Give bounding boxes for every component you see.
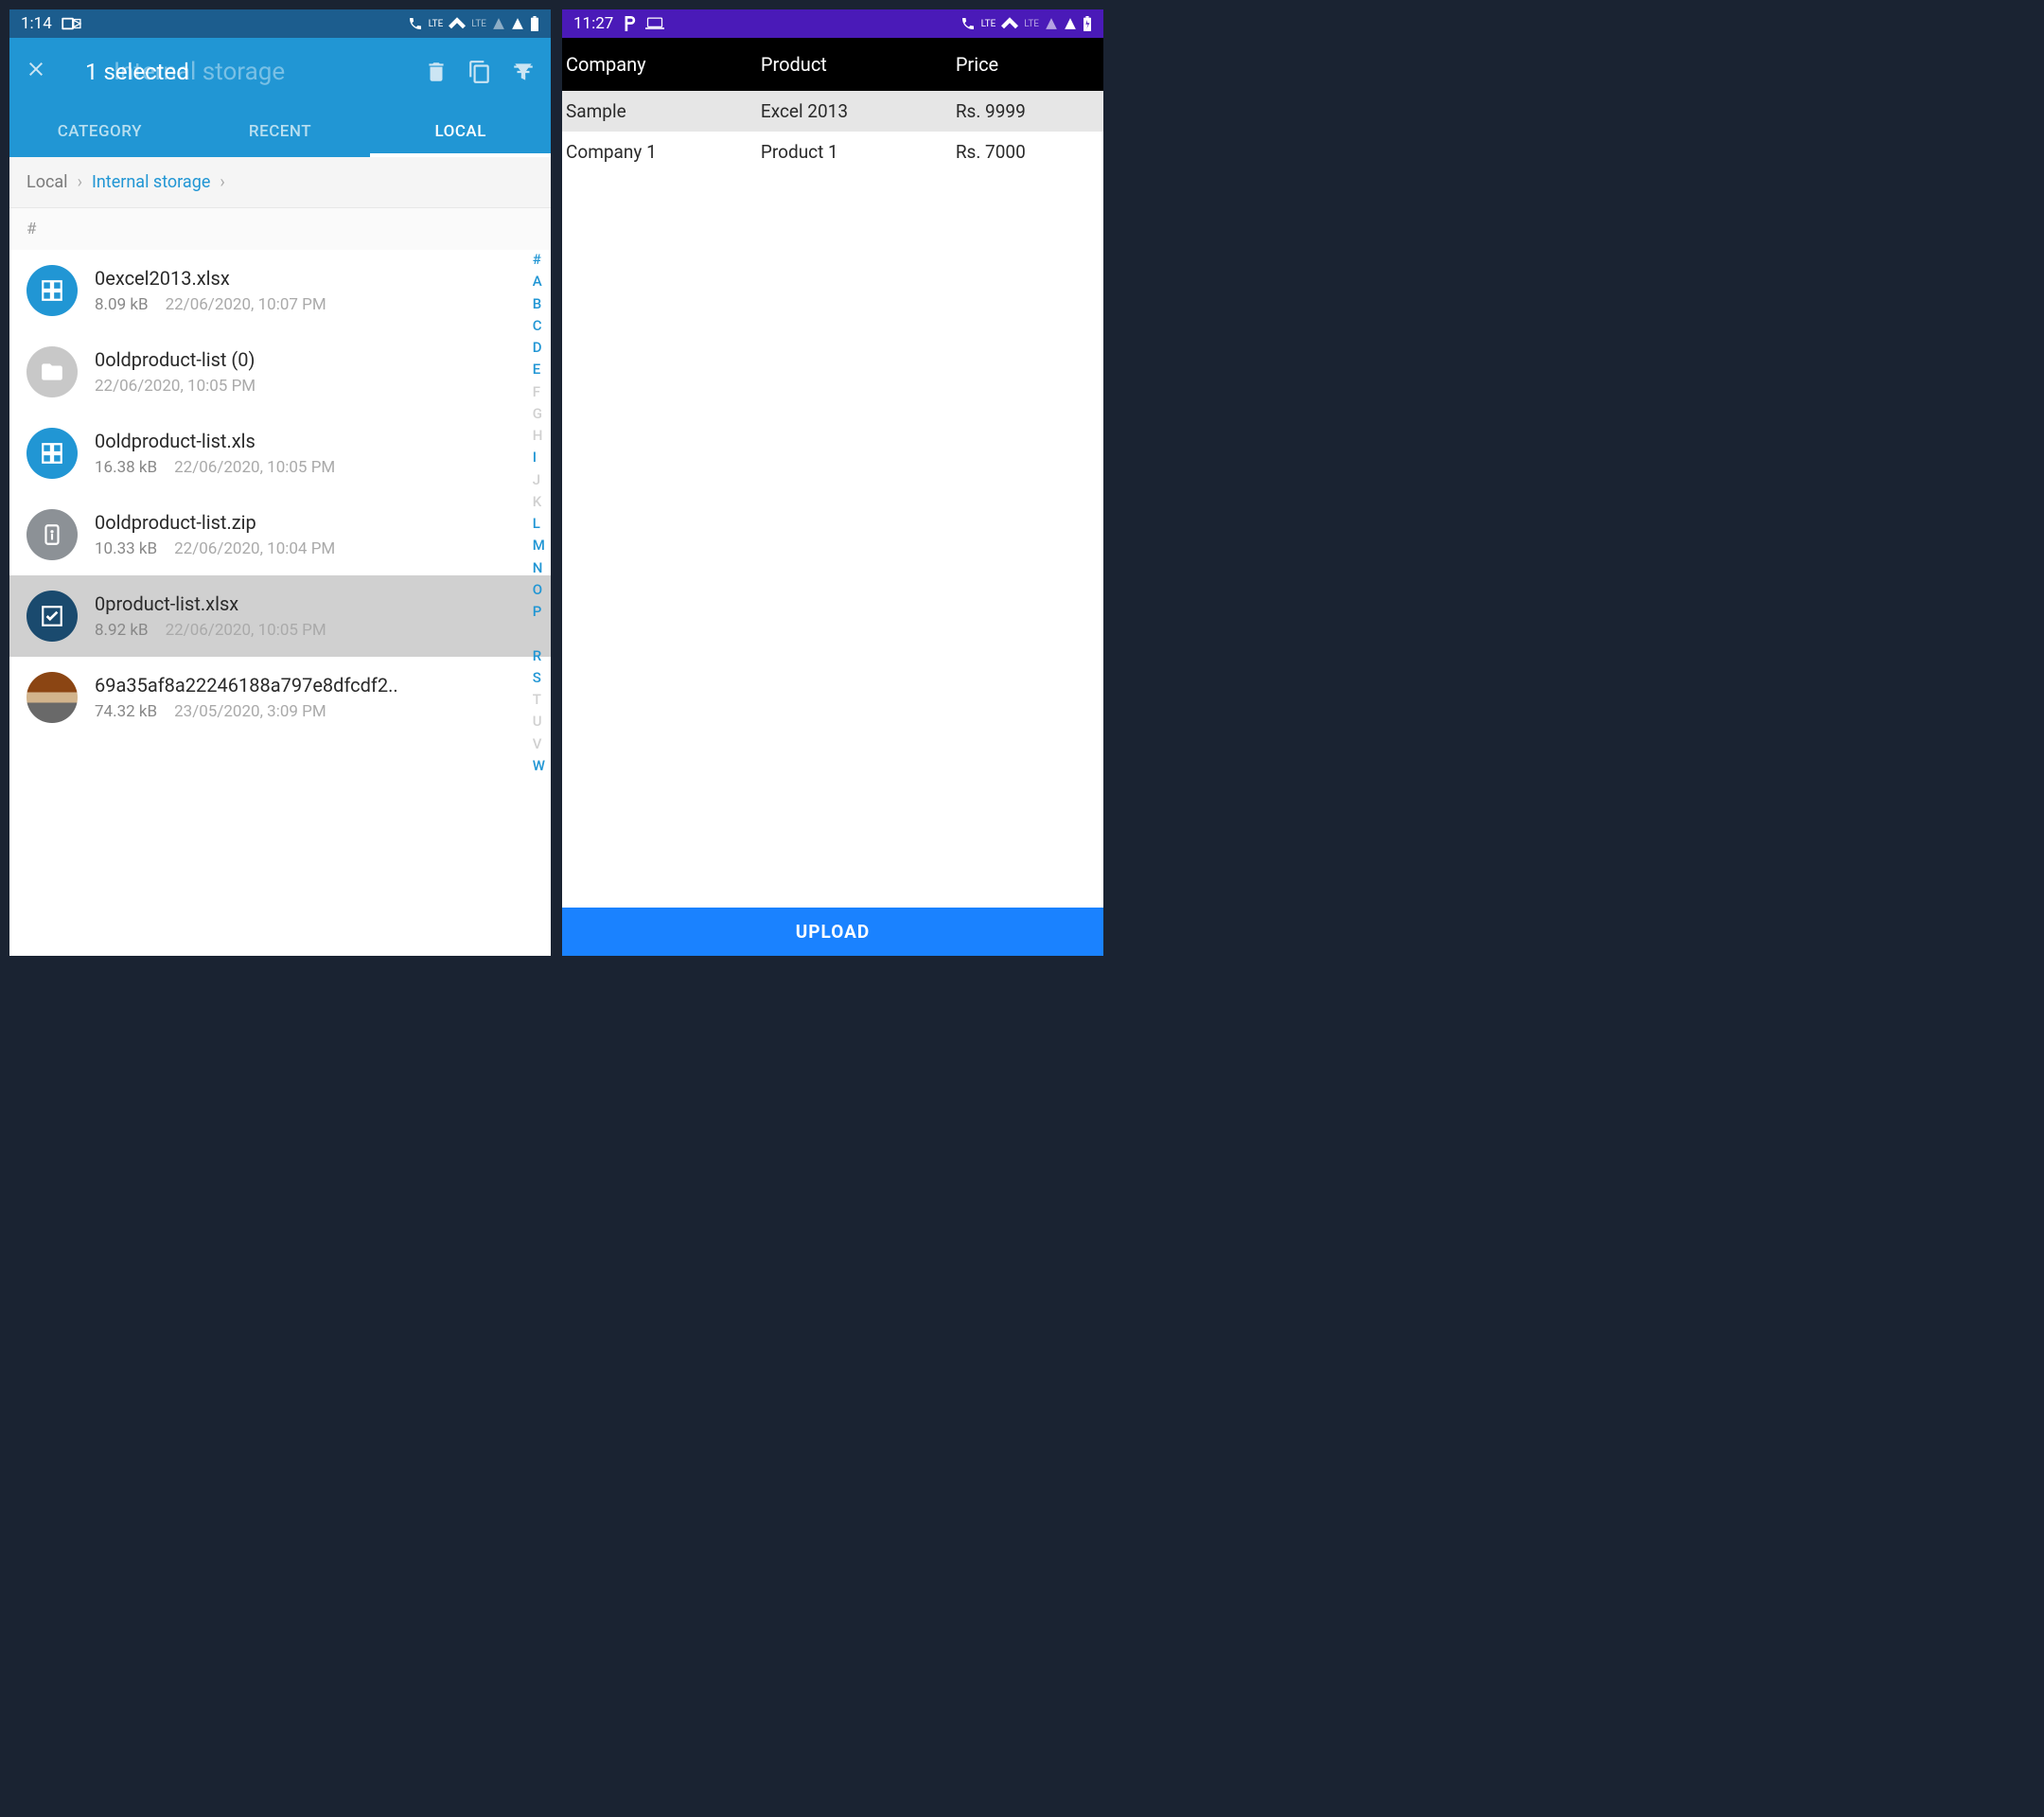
alpha-letter[interactable]: S: [533, 668, 545, 687]
alpha-letter[interactable]: Q: [533, 624, 545, 643]
status-bar: 1:14 LTE LTE: [9, 9, 551, 38]
file-size: 74.32 kB: [95, 702, 157, 721]
sheet-icon: [26, 591, 78, 642]
section-header: #: [9, 208, 551, 250]
cell-company: Sample: [562, 95, 757, 128]
status-time: 11:27: [573, 14, 613, 33]
alpha-letter[interactable]: B: [533, 294, 545, 313]
th-company: Company: [562, 47, 757, 81]
selection-app-bar: Internal storage 1 selected: [9, 38, 551, 106]
file-date: 22/06/2020, 10:05 PM: [174, 458, 335, 477]
cell-price: Rs. 7000: [952, 135, 1103, 168]
file-name: 69a35af8a22246188a797e8dfcdf2..: [95, 674, 534, 697]
alpha-letter[interactable]: L: [533, 514, 545, 533]
cell-price: Rs. 9999: [952, 95, 1103, 128]
alpha-letter[interactable]: #: [533, 250, 545, 269]
file-size: 10.33 kB: [95, 539, 157, 558]
alpha-letter[interactable]: U: [533, 712, 545, 731]
file-item[interactable]: 0product-list.xlsx 8.92 kB 22/06/2020, 1…: [9, 575, 551, 657]
alpha-letter[interactable]: T: [533, 690, 545, 709]
file-date: 22/06/2020, 10:04 PM: [174, 539, 335, 558]
table-header: Company Product Price: [562, 38, 1103, 91]
alpha-letter[interactable]: W: [533, 756, 545, 775]
alpha-letter[interactable]: M: [533, 536, 545, 555]
file-name: 0oldproduct-list.xls: [95, 430, 534, 452]
file-manager-screen: 1:14 LTE LTE Internal storage 1 selected…: [9, 9, 551, 956]
p-icon: [623, 16, 636, 31]
status-time: 1:14: [21, 14, 52, 33]
filter-icon[interactable]: [511, 60, 536, 84]
alpha-letter[interactable]: A: [533, 272, 545, 291]
table-body: Sample Excel 2013 Rs. 9999 Company 1 Pro…: [562, 91, 1103, 908]
alpha-letter[interactable]: E: [533, 360, 545, 379]
file-item[interactable]: 0oldproduct-list.xls 16.38 kB 22/06/2020…: [9, 413, 551, 494]
cell-product: Excel 2013: [757, 95, 952, 128]
zip-icon: [26, 509, 78, 560]
alpha-letter[interactable]: K: [533, 492, 545, 511]
tab-local[interactable]: LOCAL: [370, 106, 551, 157]
file-item[interactable]: 0excel2013.xlsx 8.09 kB 22/06/2020, 10:0…: [9, 250, 551, 331]
alpha-letter[interactable]: H: [533, 426, 545, 445]
file-date: 22/06/2020, 10:07 PM: [166, 295, 326, 314]
file-item[interactable]: 69a35af8a22246188a797e8dfcdf2.. 74.32 kB…: [9, 657, 551, 738]
file-item[interactable]: 0oldproduct-list.zip 10.33 kB 22/06/2020…: [9, 494, 551, 575]
alpha-letter[interactable]: P: [533, 602, 545, 621]
close-selection-icon[interactable]: [25, 58, 47, 87]
file-name: 0oldproduct-list.zip: [95, 511, 534, 534]
alpha-letter[interactable]: V: [533, 734, 545, 753]
alpha-index[interactable]: # ABCDEFGHIJKLMNOPQRSTUVW: [533, 250, 545, 775]
status-icons: LTE LTE: [960, 16, 1092, 31]
tabs: CATEGORY RECENT LOCAL: [9, 106, 551, 157]
table-row[interactable]: Sample Excel 2013 Rs. 9999: [562, 91, 1103, 132]
breadcrumb-root[interactable]: Local: [26, 172, 68, 192]
alpha-letter[interactable]: G: [533, 404, 545, 423]
folder-icon: [26, 346, 78, 397]
cell-product: Product 1: [757, 135, 952, 168]
file-name: 0excel2013.xlsx: [95, 267, 534, 290]
file-list[interactable]: 0excel2013.xlsx 8.09 kB 22/06/2020, 10:0…: [9, 250, 551, 956]
product-list-screen: 11:27 LTE LTE Company Product Price Samp…: [562, 9, 1103, 956]
sheet-icon: [26, 428, 78, 479]
chevron-right-icon: ›: [78, 172, 82, 192]
sheet-icon: [26, 265, 78, 316]
tab-category[interactable]: CATEGORY: [9, 106, 190, 157]
file-name: 0oldproduct-list (0): [95, 348, 534, 371]
tab-recent[interactable]: RECENT: [190, 106, 371, 157]
laptop-icon: [645, 17, 664, 30]
status-icons: LTE LTE: [408, 16, 539, 31]
file-size: 8.09 kB: [95, 295, 149, 314]
cell-company: Company 1: [562, 135, 757, 168]
alpha-letter[interactable]: C: [533, 316, 545, 335]
copy-icon[interactable]: [467, 60, 492, 84]
file-date: 22/06/2020, 10:05 PM: [166, 621, 326, 640]
alpha-letter[interactable]: O: [533, 580, 545, 599]
alpha-letter[interactable]: R: [533, 646, 545, 665]
outlook-icon: [62, 16, 82, 31]
appbar-ghost-title: Internal storage: [114, 58, 285, 86]
alpha-letter[interactable]: N: [533, 558, 545, 577]
status-bar: 11:27 LTE LTE: [562, 9, 1103, 38]
img-icon: [26, 672, 78, 723]
alpha-letter[interactable]: I: [533, 448, 545, 467]
file-date: 23/05/2020, 3:09 PM: [174, 702, 326, 721]
chevron-right-icon: ›: [220, 172, 224, 192]
table-row[interactable]: Company 1 Product 1 Rs. 7000: [562, 132, 1103, 172]
file-name: 0product-list.xlsx: [95, 592, 534, 615]
file-date: 22/06/2020, 10:05 PM: [95, 377, 256, 396]
breadcrumb: Local › Internal storage ›: [9, 157, 551, 208]
th-product: Product: [757, 47, 952, 81]
delete-icon[interactable]: [424, 60, 449, 84]
file-item[interactable]: 0oldproduct-list (0) 22/06/2020, 10:05 P…: [9, 331, 551, 413]
alpha-letter[interactable]: F: [533, 382, 545, 401]
th-price: Price: [952, 47, 1103, 81]
breadcrumb-current[interactable]: Internal storage: [92, 172, 210, 192]
file-size: 8.92 kB: [95, 621, 149, 640]
file-size: 16.38 kB: [95, 458, 157, 477]
alpha-letter[interactable]: J: [533, 470, 545, 489]
alpha-letter[interactable]: D: [533, 338, 545, 357]
upload-button[interactable]: UPLOAD: [562, 908, 1103, 956]
